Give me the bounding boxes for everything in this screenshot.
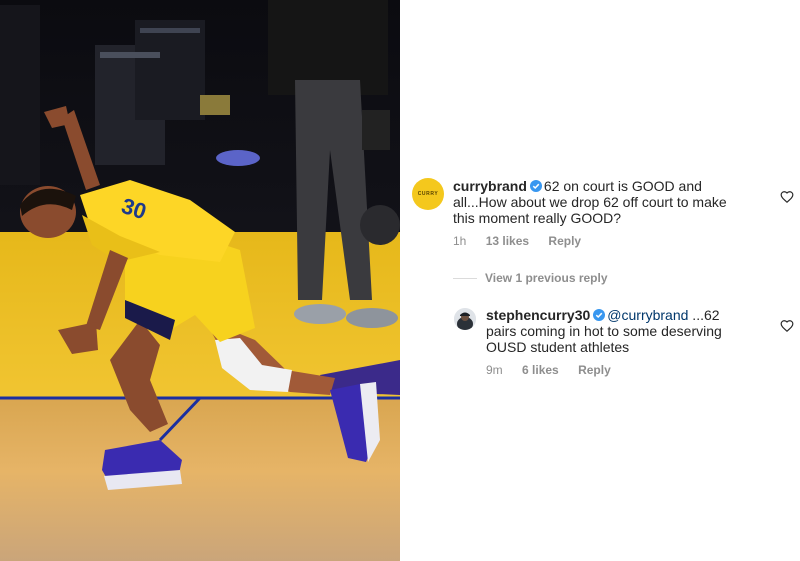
comment-meta: 1h 13 likes Reply: [453, 234, 597, 248]
profile-picture-icon: [454, 308, 476, 330]
view-replies-label: View 1 previous reply: [485, 271, 608, 285]
avatar-logo-text: CURRY: [417, 191, 439, 197]
reply-button[interactable]: Reply: [548, 234, 581, 248]
verified-badge-icon: [593, 309, 606, 321]
comment-likes[interactable]: 13 likes: [486, 234, 529, 248]
comment-time: 1h: [453, 234, 467, 248]
comment-text-line: 62 on court is GOOD and: [543, 178, 702, 194]
reply-text-line: ...62: [688, 307, 720, 323]
reply-meta: 9m 6 likes Reply: [486, 363, 627, 377]
reply-text-line: OUSD student athletes: [486, 339, 630, 355]
heart-icon[interactable]: [780, 190, 794, 204]
reply-likes[interactable]: 6 likes: [522, 363, 559, 377]
basketball-photo: 30: [0, 0, 400, 561]
reply-text-line: pairs coming in hot to some deserving: [486, 323, 722, 339]
comment-body: currybrand 62 on court is GOOD and all...…: [453, 178, 763, 226]
post-photo[interactable]: 30: [0, 0, 400, 561]
comments-panel: CURRY currybrand 62 on court is GOOD and …: [400, 0, 800, 561]
comment-text-line: all...How about we drop 62 off court to …: [453, 194, 727, 210]
stephencurry30-avatar[interactable]: [454, 308, 476, 330]
view-replies-button[interactable]: View 1 previous reply: [453, 270, 608, 286]
heart-icon[interactable]: [780, 319, 794, 333]
comment-username[interactable]: currybrand: [453, 178, 527, 194]
currybrand-avatar[interactable]: CURRY: [412, 178, 444, 210]
reply-body: stephencurry30 @currybrand ...62 pairs co…: [486, 307, 766, 355]
verified-badge-icon: [529, 180, 542, 192]
reply-username[interactable]: stephencurry30: [486, 307, 590, 323]
reply-button[interactable]: Reply: [578, 363, 611, 377]
reply-time: 9m: [486, 363, 503, 377]
comment-text-line: this moment really GOOD?: [453, 210, 622, 226]
mention-link[interactable]: @currybrand: [607, 307, 688, 323]
divider-line: [453, 277, 477, 279]
